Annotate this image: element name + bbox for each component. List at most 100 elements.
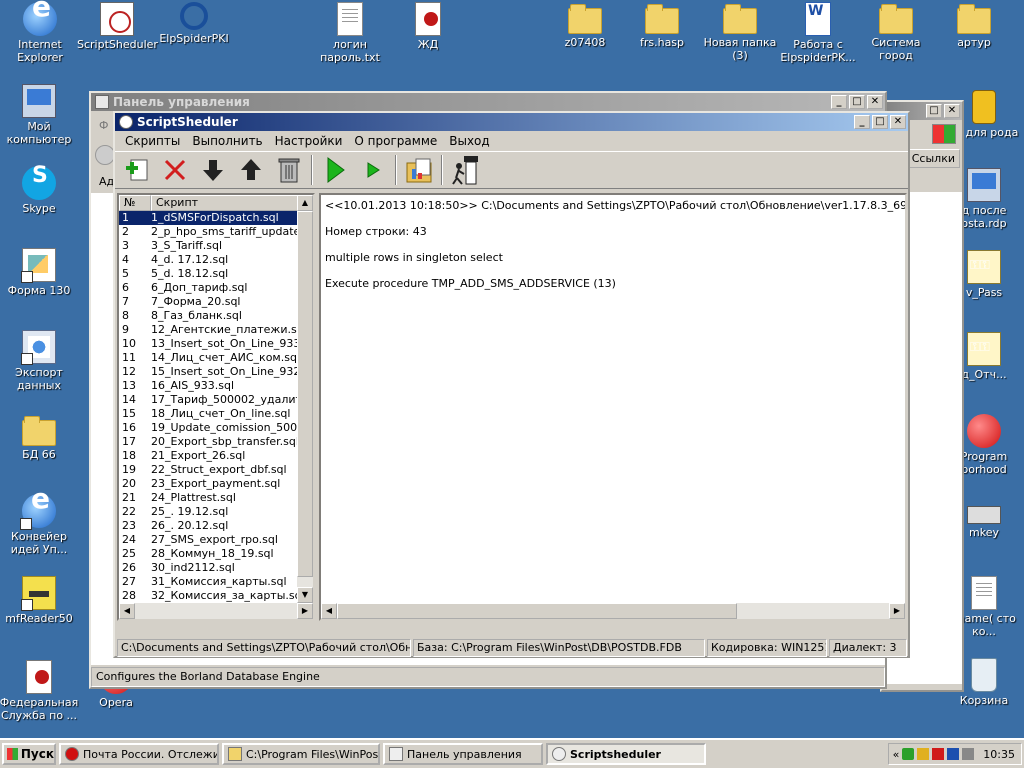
desktop-icon-sistema-gorod[interactable]: Система город xyxy=(856,2,936,62)
script-row[interactable]: 25 28_Коммун_18_19.sql xyxy=(119,547,313,561)
desktop-icon-export[interactable]: Экспорт данных xyxy=(0,330,79,392)
desktop-icon-bd66[interactable]: БД 66 xyxy=(0,414,79,461)
desktop-icon-forma-130[interactable]: Форма 130 xyxy=(0,248,79,297)
script-row[interactable]: 14 17_Тариф_500002_удалить. xyxy=(119,393,313,407)
script-row[interactable]: 23 26_. 20.12.sql xyxy=(119,519,313,533)
script-row[interactable]: 2 2_p_hpo_sms_tariff_update.s xyxy=(119,225,313,239)
desktop-icon-frs-hasp[interactable]: frs.hasp xyxy=(622,2,702,49)
scroll-down-button[interactable]: ▼ xyxy=(297,587,313,603)
scriptsheduler-window[interactable]: ScriptSheduler _ □ ✕ Скрипты Выполнить Н… xyxy=(113,111,910,658)
scroll-left-button[interactable]: ◀ xyxy=(119,603,135,619)
column-number[interactable]: № xyxy=(119,195,151,211)
move-down-button[interactable] xyxy=(197,154,229,186)
desktop-icon-my-computer[interactable]: Мой компьютер xyxy=(0,84,79,146)
script-row[interactable]: 18 21_Export_26.sql xyxy=(119,449,313,463)
desktop-icon-federal[interactable]: Федеральная Служба по ... xyxy=(0,660,79,722)
back-arrow-icon[interactable] xyxy=(95,145,115,165)
hscroll-track[interactable] xyxy=(135,603,297,619)
run-all-button[interactable] xyxy=(319,154,351,186)
tray-expand-icon[interactable]: « xyxy=(893,748,900,761)
tray-app-icon[interactable] xyxy=(947,748,960,760)
column-script[interactable]: Скрипт xyxy=(151,195,301,211)
script-row[interactable]: 5 5_d. 18.12.sql xyxy=(119,267,313,281)
task-button-active[interactable]: Scriptsheduler xyxy=(546,743,706,765)
scroll-thumb[interactable] xyxy=(297,211,313,577)
maximize-button[interactable]: □ xyxy=(926,104,942,118)
minimize-button[interactable]: _ xyxy=(854,115,870,129)
menu-exit[interactable]: Выход xyxy=(443,134,495,148)
desktop-icon-zhd[interactable]: ЖД xyxy=(388,2,468,51)
start-button[interactable]: Пуск xyxy=(2,743,56,765)
tray-app-icon[interactable] xyxy=(902,748,915,760)
close-button[interactable]: ✕ xyxy=(867,95,883,109)
clock[interactable]: 10:35 xyxy=(983,748,1015,761)
desktop-icon-z07408[interactable]: z07408 xyxy=(545,2,625,49)
open-folder-button[interactable] xyxy=(403,154,435,186)
log-panel[interactable]: <<10.01.2013 10:18:50>> C:\Documents and… xyxy=(319,193,907,621)
desktop-icon-login-txt[interactable]: логин пароль.txt xyxy=(310,2,390,64)
script-list-hscroll[interactable]: ◀ ▶ xyxy=(119,603,313,619)
close-button[interactable]: ✕ xyxy=(944,104,960,118)
script-row[interactable]: 24 27_SMS_export_rpo.sql xyxy=(119,533,313,547)
maximize-button[interactable]: □ xyxy=(872,115,888,129)
close-button[interactable]: ✕ xyxy=(890,115,906,129)
tray-app-icon[interactable] xyxy=(932,748,945,760)
script-row[interactable]: 6 6_Доп_тариф.sql xyxy=(119,281,313,295)
desktop-icon-artur[interactable]: артур xyxy=(934,2,1014,49)
script-row[interactable]: 21 24_Plattrest.sql xyxy=(119,491,313,505)
script-row[interactable]: 1 1_dSMSForDispatch.sql xyxy=(119,211,313,225)
menu-scripts[interactable]: Скрипты xyxy=(119,134,186,148)
speaker-icon[interactable] xyxy=(962,748,975,760)
script-row[interactable]: 17 20_Export_sbp_transfer.sql xyxy=(119,435,313,449)
desktop-icon-work-doc[interactable]: Работа с ElpspiderPK... xyxy=(778,2,858,64)
task-button[interactable]: Почта России. Отслежи... xyxy=(59,743,219,765)
desktop-icon-skype[interactable]: Skype xyxy=(0,166,79,215)
script-row[interactable]: 20 23_Export_payment.sql xyxy=(119,477,313,491)
delete-button[interactable] xyxy=(159,154,191,186)
menu-about[interactable]: О программе xyxy=(348,134,443,148)
scroll-right-button[interactable]: ▶ xyxy=(297,603,313,619)
hscroll-track[interactable] xyxy=(737,603,889,619)
scroll-left-button[interactable]: ◀ xyxy=(321,603,337,619)
task-button[interactable]: Панель управления xyxy=(383,743,543,765)
script-list[interactable]: № Скрипт 1 1_dSMSForDispatch.sql 2 2_p_hpo_… xyxy=(117,193,315,621)
script-row[interactable]: 19 22_Struct_export_dbf.sql xyxy=(119,463,313,477)
script-row[interactable]: 12 15_Insert_sot_On_Line_932... xyxy=(119,365,313,379)
script-row[interactable]: 4 4_d. 17.12.sql xyxy=(119,253,313,267)
desktop-icon-mfreader50[interactable]: mfReader50 xyxy=(0,576,79,625)
script-row[interactable]: 13 16_AIS_933.sql xyxy=(119,379,313,393)
exit-button[interactable] xyxy=(449,154,481,186)
menu-settings[interactable]: Настройки xyxy=(269,134,349,148)
script-row[interactable]: 7 7_Форма_20.sql xyxy=(119,295,313,309)
script-row[interactable]: 3 3_S_Tariff.sql xyxy=(119,239,313,253)
links-button[interactable]: Ссылки xyxy=(906,149,960,168)
script-row[interactable]: 8 8_Газ_бланк.sql xyxy=(119,309,313,323)
script-row[interactable]: 15 18_Лиц_счет_On_line.sql xyxy=(119,407,313,421)
run-step-button[interactable] xyxy=(357,154,389,186)
scroll-up-button[interactable]: ▲ xyxy=(297,195,313,211)
add-script-button[interactable] xyxy=(121,154,153,186)
script-row[interactable]: 28 32_Комиссия_за_карты.sql xyxy=(119,589,313,603)
move-up-button[interactable] xyxy=(235,154,267,186)
script-row[interactable]: 26 30_ind2112.sql xyxy=(119,561,313,575)
script-row[interactable]: 16 19_Update_comission_50000. xyxy=(119,421,313,435)
menu-execute[interactable]: Выполнить xyxy=(186,134,268,148)
desktop-icon-ideas[interactable]: Конвейер идей Уп... xyxy=(0,492,79,556)
maximize-button[interactable]: □ xyxy=(849,95,865,109)
tray-app-icon[interactable] xyxy=(917,748,930,760)
script-row[interactable]: 10 13_Insert_sot_On_Line_933... xyxy=(119,337,313,351)
script-row[interactable]: 9 12_Агентские_платежи.sql xyxy=(119,323,313,337)
trash-button[interactable] xyxy=(273,154,305,186)
script-row[interactable]: 27 31_Комиссия_карты.sql xyxy=(119,575,313,589)
minimize-button[interactable]: _ xyxy=(831,95,847,109)
desktop-icon-scriptsheduler[interactable]: ScriptSheduler xyxy=(77,2,158,51)
script-row[interactable]: 22 25_. 19.12.sql xyxy=(119,505,313,519)
desktop-icon-elpspiderpki[interactable]: ElpSpiderPKI xyxy=(154,2,234,45)
log-hscroll[interactable]: ◀ ▶ xyxy=(321,603,905,619)
scroll-right-button[interactable]: ▶ xyxy=(889,603,905,619)
desktop-icon-new-folder[interactable]: Новая папка (3) xyxy=(700,2,780,62)
desktop-icon-internet-explorer[interactable]: Internet Explorer xyxy=(0,0,80,64)
task-button[interactable]: C:\Program Files\WinPos... xyxy=(222,743,380,765)
script-row[interactable]: 11 14_Лиц_счет_АИС_ком.sql xyxy=(119,351,313,365)
script-list-vscroll[interactable]: ▲ ▼ xyxy=(297,195,313,603)
